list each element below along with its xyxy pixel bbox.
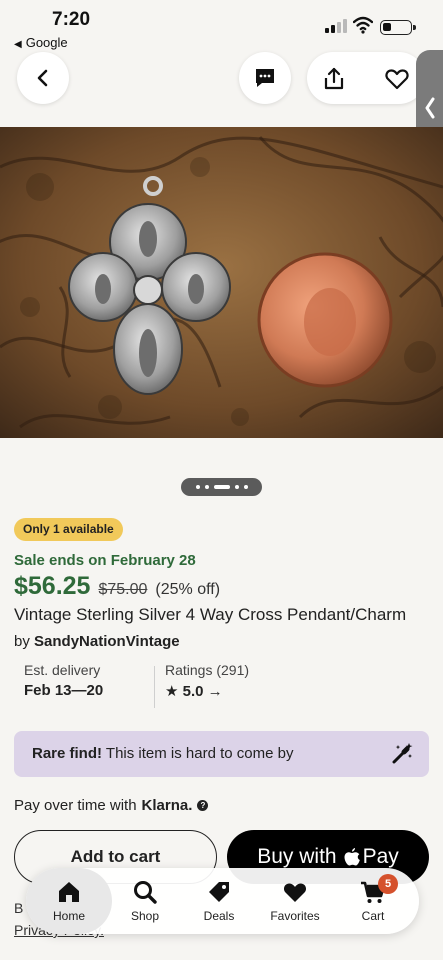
listing-title[interactable]: Vintage Sterling Silver 4 Way Cross Pend… — [14, 605, 429, 625]
tab-deals[interactable]: Deals — [186, 868, 252, 934]
tab-favorites[interactable]: Favorites — [262, 868, 328, 934]
share-icon[interactable] — [321, 66, 347, 92]
rare-find-banner: Rare find! This item is hard to come by — [14, 731, 429, 777]
tab-cart-label: Cart — [361, 909, 385, 923]
cart-count-badge: 5 — [378, 874, 398, 894]
back-app-label: Google — [25, 35, 68, 50]
tag-icon — [209, 882, 229, 902]
side-handle-chevron-icon — [425, 97, 434, 119]
tab-deals-label: Deals — [203, 909, 235, 923]
message-seller-button[interactable] — [239, 52, 291, 104]
tab-home-label: Home — [52, 909, 85, 923]
price-row: $56.25 $75.00 (25% off) — [14, 572, 220, 601]
status-time: 7:20 — [52, 9, 91, 30]
signal-icon — [325, 19, 347, 33]
message-icon — [256, 69, 274, 87]
back-to-google-link[interactable]: ◀ Google — [14, 35, 68, 50]
klarna-logo: Klarna. — [141, 797, 193, 814]
wifi-icon — [353, 16, 373, 34]
rare-find-text: Rare find! This item is hard to come by — [32, 745, 294, 762]
back-button[interactable] — [17, 52, 69, 104]
buy-with-label: Buy with — [257, 845, 337, 868]
info-divider — [154, 666, 155, 708]
availability-badge: Only 1 available — [14, 518, 123, 541]
pay-label: Pay — [362, 845, 399, 868]
info-icon[interactable]: ? — [197, 800, 209, 811]
seller-prefix: by — [14, 633, 30, 650]
delivery-label: Est. delivery — [24, 662, 101, 678]
bottom-tab-bar: Home Shop Deals Favorites Cart 5 — [26, 868, 419, 934]
tab-shop-label: Shop — [130, 909, 160, 923]
tab-home[interactable]: Home — [26, 868, 112, 934]
magic-wand-icon — [392, 743, 413, 764]
tab-cart[interactable]: Cart 5 — [340, 868, 406, 934]
rare-find-bold: Rare find! — [32, 745, 103, 762]
apple-logo-icon — [344, 848, 360, 866]
search-icon — [134, 881, 157, 904]
policy-prefix: B — [14, 900, 24, 916]
delivery-ratings-box: Est. delivery Feb 13—20 Ratings (291) ★ … — [14, 662, 429, 714]
seller-line: by SandyNationVintage — [14, 633, 180, 650]
rare-find-desc: This item is hard to come by — [105, 745, 294, 762]
star-icon: ★ — [165, 683, 179, 700]
product-image[interactable] — [0, 127, 443, 438]
seller-link[interactable]: SandyNationVintage — [34, 633, 180, 650]
heart-icon[interactable] — [384, 66, 410, 92]
original-price: $75.00 — [98, 581, 148, 598]
home-icon — [59, 882, 79, 902]
ratings-label: Ratings (291) — [165, 662, 250, 678]
rating-value: 5.0 — [182, 683, 204, 700]
share-favorite-group — [307, 52, 425, 104]
tab-shop[interactable]: Shop — [112, 868, 178, 934]
heart-icon — [283, 883, 307, 902]
sale-ends-text: Sale ends on February 28 — [14, 552, 196, 569]
current-price: $56.25 — [14, 572, 91, 600]
rating-value-row[interactable]: ★ 5.0 → — [165, 682, 249, 700]
back-triangle-icon: ◀ — [14, 39, 22, 50]
delivery-value: Feb 13—20 — [24, 682, 104, 699]
discount-percent: (25% off) — [155, 581, 221, 598]
image-pager[interactable] — [181, 478, 262, 496]
ratings-info[interactable]: Ratings (291) ★ 5.0 → — [165, 662, 249, 700]
pay-over-time-text: Pay over time with — [14, 797, 137, 814]
back-arrow-icon — [37, 69, 48, 87]
status-bar: 7:20 ◀ Google — [0, 0, 443, 54]
battery-icon — [380, 20, 416, 35]
tab-favorites-label: Favorites — [270, 909, 320, 923]
delivery-info: Est. delivery Feb 13—20 — [24, 662, 103, 699]
arrow-right-icon: → — [207, 683, 223, 700]
klarna-line[interactable]: Pay over time with Klarna. ? — [14, 797, 209, 814]
